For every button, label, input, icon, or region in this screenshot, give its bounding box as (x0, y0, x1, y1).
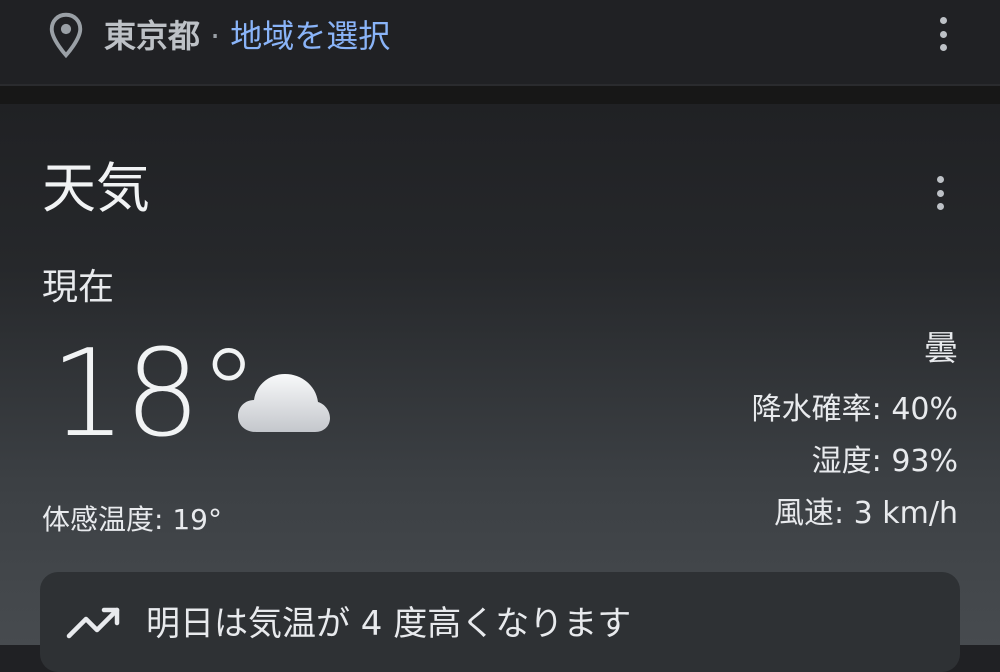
location-separator: · (210, 17, 221, 55)
weather-details: 曇 降水確率: 40% 湿度: 93% 風速: 3 km/h (752, 326, 958, 540)
cloud-icon (238, 374, 330, 432)
current-label: 現在 (42, 267, 115, 308)
select-region-link[interactable]: 地域を選択 (230, 17, 390, 55)
humidity: 湿度: 93% (811, 444, 958, 479)
location-city: 東京都 (104, 17, 201, 55)
weather-condition: 曇 (924, 329, 958, 369)
wind-speed: 風速: 3 km/h (774, 496, 958, 531)
forecast-note-text: 明日は気温が 4 度高くなります (146, 604, 632, 644)
location-bar: 東京都 · 地域を選択 (0, 0, 1000, 84)
location-more-options-icon[interactable] (937, 17, 949, 51)
location-text: 東京都 · 地域を選択 (104, 14, 390, 58)
weather-card-title: 天気 (42, 157, 150, 220)
current-temperature: 18° (50, 325, 259, 464)
location-pin-icon (49, 12, 83, 58)
weather-more-options-icon[interactable] (934, 176, 946, 210)
trending-up-icon (66, 607, 120, 639)
feels-like-temperature: 体感温度: 19° (42, 503, 222, 536)
forecast-note[interactable]: 明日は気温が 4 度高くなります (40, 572, 960, 672)
section-divider (0, 84, 1000, 104)
weather-card: 天気 現在 18° 体感温度: 19° 曇 降水確率: 40% 湿度: 93% … (0, 104, 1000, 672)
precipitation-probability: 降水確率: 40% (751, 392, 958, 427)
